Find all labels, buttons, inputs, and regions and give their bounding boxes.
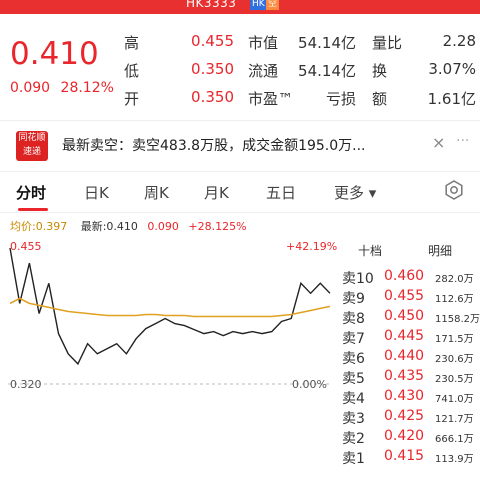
y-axis-top: 0.455 (10, 240, 42, 253)
avg-price: 均价:0.397 (10, 220, 68, 233)
order-level: 卖7 (342, 331, 365, 347)
order-volume: 282.0万 (435, 274, 474, 285)
order-price: 0.435 (384, 368, 425, 384)
info-change: 0.090 (147, 220, 179, 233)
order-level: 卖10 (342, 271, 374, 287)
news-banner[interactable]: 同花顺 速递 最新卖空：卖空483.8万股，成交金额195.0万... × ··… (0, 120, 480, 172)
order-book-row[interactable]: 卖5 0.435 230.5万 (340, 368, 480, 388)
title-bar: HK3333 HK 空 (0, 0, 480, 14)
order-level: 卖4 (342, 391, 365, 407)
order-book-row[interactable]: 卖1 0.415 113.9万 (340, 448, 480, 468)
order-price: 0.455 (384, 288, 425, 304)
order-volume: 171.5万 (435, 334, 474, 345)
stat-value: 1.61亿 (427, 90, 476, 108)
stat-value: 54.14亿 (298, 62, 356, 80)
order-price: 0.445 (384, 328, 425, 344)
order-book-row[interactable]: 卖10 0.460 282.0万 (340, 268, 480, 288)
order-price: 0.460 (384, 268, 425, 284)
more-icon[interactable]: ··· (456, 133, 469, 149)
stat-label: 流通 (248, 62, 279, 80)
price-line (9, 247, 331, 366)
order-level: 卖6 (342, 351, 365, 367)
tab-weekly-k[interactable]: 周K (144, 182, 169, 203)
stat-label: 额 (372, 90, 388, 108)
order-book-row[interactable]: 卖9 0.455 112.6万 (340, 288, 480, 308)
chart-tabs: 分时 日K 周K 月K 五日 更多 ▾ (0, 172, 480, 213)
tab-more[interactable]: 更多 ▾ (334, 182, 376, 203)
tab-details[interactable]: 明细 (428, 242, 452, 259)
order-level: 卖8 (342, 311, 365, 327)
latest-price: 最新:0.410 (80, 220, 138, 233)
order-book-row[interactable]: 卖3 0.425 121.7万 (340, 408, 480, 428)
change-percent: 28.12% (60, 80, 114, 96)
order-price: 0.415 (384, 448, 425, 464)
settings-icon[interactable] (444, 180, 464, 200)
market-badge: HK (250, 0, 267, 10)
order-level: 卖3 (342, 411, 365, 427)
order-book-row[interactable]: 卖2 0.420 666.1万 (340, 428, 480, 448)
pct-axis-top: +42.19% (286, 240, 337, 253)
order-volume: 666.1万 (435, 434, 474, 445)
stat-label: 市值 (248, 34, 279, 52)
stat-value: 54.14亿 (298, 34, 356, 52)
order-price: 0.450 (384, 308, 425, 324)
active-tab-indicator (18, 208, 48, 211)
tab-five-day[interactable]: 五日 (266, 182, 296, 203)
order-level: 卖9 (342, 291, 365, 307)
short-badge: 空 (266, 0, 280, 10)
average-price-line (9, 297, 331, 318)
stat-label: 高 (124, 34, 140, 52)
order-price: 0.430 (384, 388, 425, 404)
order-volume: 230.5万 (435, 374, 474, 385)
info-line: 均价:0.397 最新:0.410 0.090 +28.125% (10, 218, 247, 234)
stat-label: 换 (372, 62, 388, 80)
current-price: 0.410 (10, 36, 99, 72)
change-amount: 0.090 (10, 80, 51, 96)
order-level: 卖1 (342, 451, 365, 467)
news-text: 最新卖空：卖空483.8万股，成交金额195.0万... (62, 138, 366, 154)
stat-value: 3.07% (428, 60, 476, 78)
order-volume: 121.7万 (435, 414, 474, 425)
intraday-chart[interactable]: 0.455 +42.19% 0.320 0.00% (8, 236, 338, 480)
tab-intraday[interactable]: 分时 (16, 182, 46, 203)
order-level: 卖2 (342, 431, 365, 447)
stat-value: 2.28 (442, 32, 476, 50)
order-price: 0.420 (384, 428, 425, 444)
close-icon[interactable]: × (432, 133, 445, 152)
pct-axis-bottom: 0.00% (292, 378, 327, 391)
order-book-row[interactable]: 卖4 0.430 741.0万 (340, 388, 480, 408)
tab-daily-k[interactable]: 日K (84, 182, 109, 203)
stock-code: HK3333 (186, 0, 237, 10)
order-volume: 230.6万 (435, 354, 474, 365)
stat-value: 0.455 (191, 32, 234, 50)
order-volume: 1158.2万 (435, 314, 480, 325)
stat-label: 量比 (372, 34, 403, 52)
tab-ten-levels[interactable]: 十档 (358, 242, 382, 259)
order-book-row[interactable]: 卖8 0.450 1158.2万 (340, 308, 480, 328)
order-price: 0.425 (384, 408, 425, 424)
stat-label: 市盈™ (248, 90, 294, 108)
order-volume: 741.0万 (435, 394, 474, 405)
order-book-row[interactable]: 卖6 0.440 230.6万 (340, 348, 480, 368)
order-book-row[interactable]: 卖7 0.445 171.5万 (340, 328, 480, 348)
price-change: 0.090 28.12% (10, 80, 114, 96)
stat-label: 开 (124, 90, 140, 108)
info-pct: +28.125% (188, 220, 247, 233)
news-logo-line1: 同花顺 (18, 133, 46, 143)
news-logo: 同花顺 速递 (16, 131, 48, 161)
order-price: 0.440 (384, 348, 425, 364)
tab-monthly-k[interactable]: 月K (204, 182, 229, 203)
order-volume: 113.9万 (435, 454, 474, 465)
y-axis-bottom: 0.320 (10, 378, 42, 391)
stat-label: 低 (124, 62, 140, 80)
news-logo-line2: 速递 (22, 147, 41, 157)
order-volume: 112.6万 (435, 294, 474, 305)
stat-value: 0.350 (191, 88, 234, 106)
order-level: 卖5 (342, 371, 365, 387)
stat-value: 0.350 (191, 60, 234, 78)
stat-value: 亏损 (325, 90, 356, 108)
